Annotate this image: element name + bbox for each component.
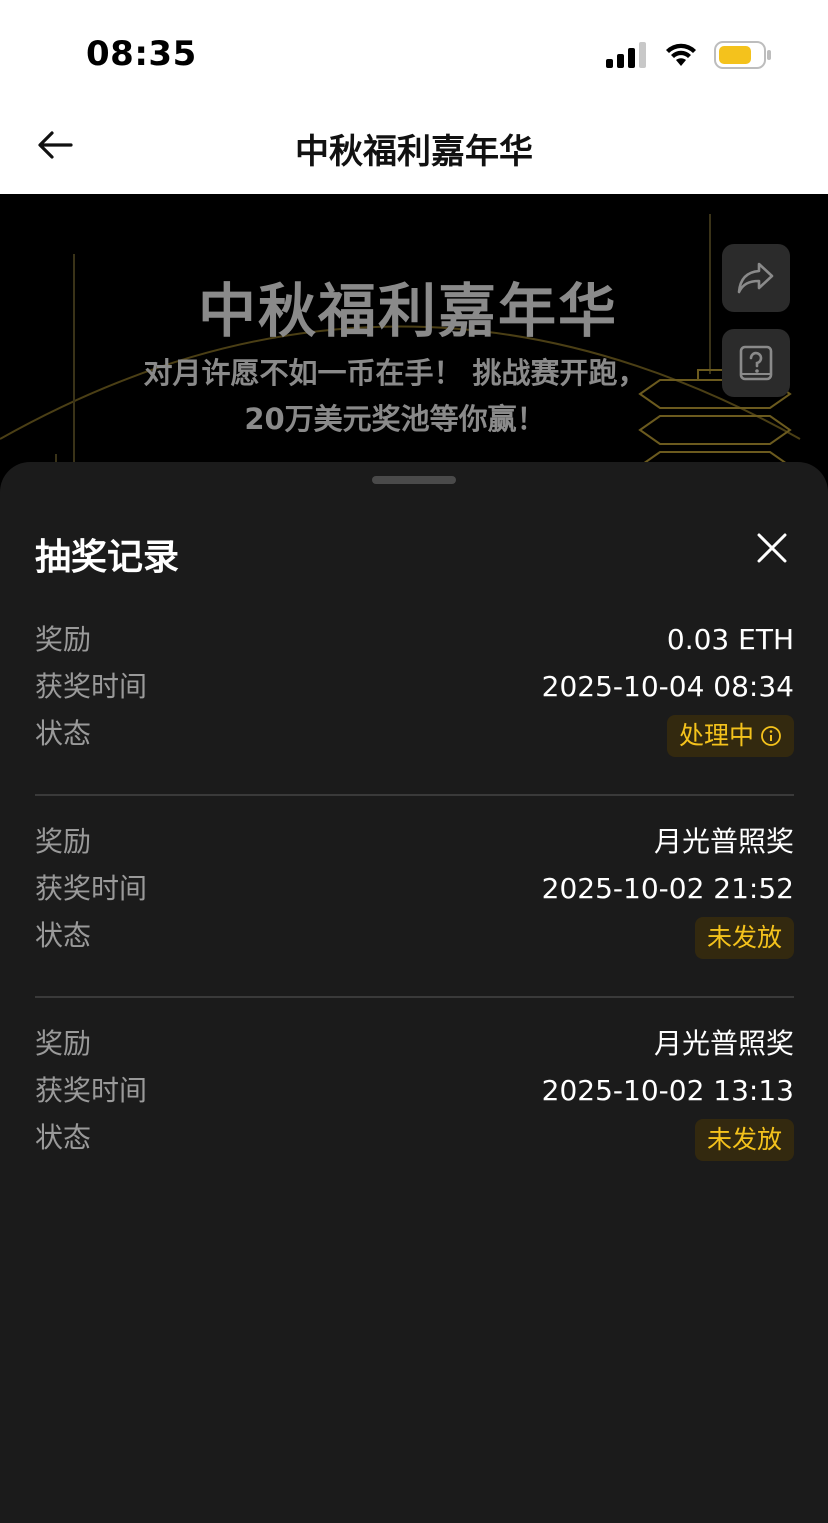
status-badge: 未发放 bbox=[694, 1119, 794, 1161]
record-status-row: 状态 处理中 bbox=[35, 714, 794, 761]
info-icon bbox=[761, 726, 781, 746]
reward-label: 奖励 bbox=[35, 1027, 92, 1060]
record-item: 奖励 月光普照奖 获奖时间 2025-10-02 21:52 状态 未发放 bbox=[35, 822, 794, 963]
banner-title: 中秋福利嘉年华 bbox=[197, 277, 618, 345]
battery-icon bbox=[714, 41, 771, 69]
status-time: 08:35 bbox=[86, 34, 197, 74]
event-banner: 中秋福利嘉年华 对月许愿不如一币在手！ 挑战赛开跑， 20万美元奖池等你赢！ bbox=[0, 194, 828, 494]
help-icon bbox=[739, 345, 773, 381]
page-title: 中秋福利嘉年华 bbox=[295, 132, 533, 172]
reward-label: 奖励 bbox=[35, 825, 92, 858]
status-label: 状态 bbox=[35, 717, 92, 750]
record-reward-row: 奖励 月光普照奖 bbox=[35, 1024, 794, 1071]
record-item: 奖励 0.03 ETH 获奖时间 2025-10-04 08:34 状态 处理中 bbox=[35, 620, 794, 761]
reward-value: 0.03 ETH bbox=[666, 623, 794, 656]
reward-label: 奖励 bbox=[35, 623, 92, 656]
status-bar: 08:35 bbox=[0, 0, 828, 96]
record-time-row: 获奖时间 2025-10-02 21:52 bbox=[35, 869, 794, 916]
status-badge-text: 处理中 bbox=[678, 721, 754, 750]
wifi-icon bbox=[666, 43, 696, 66]
time-value: 2025-10-02 21:52 bbox=[541, 872, 794, 905]
time-value: 2025-10-04 08:34 bbox=[541, 670, 794, 703]
record-time-row: 获奖时间 2025-10-04 08:34 bbox=[35, 667, 794, 714]
status-label: 状态 bbox=[35, 1121, 92, 1154]
draw-records-sheet: 抽奖记录 奖励 0.03 ETH 获奖时间 2025-10-04 08:34 状… bbox=[0, 462, 828, 1523]
status-icons bbox=[606, 40, 772, 70]
banner-subtitle-line1: 对月许愿不如一币在手！ 挑战赛开跑， bbox=[143, 356, 647, 390]
time-value: 2025-10-02 13:13 bbox=[541, 1074, 794, 1107]
record-time-row: 获奖时间 2025-10-02 13:13 bbox=[35, 1071, 794, 1118]
banner-subtitle: 对月许愿不如一币在手！ 挑战赛开跑， 20万美元奖池等你赢！ bbox=[0, 350, 790, 442]
nav-bar: 中秋福利嘉年华 bbox=[0, 96, 828, 194]
status-badge-text: 未发放 bbox=[706, 1125, 782, 1154]
record-status-row: 状态 未发放 bbox=[35, 916, 794, 963]
share-button[interactable] bbox=[722, 244, 790, 312]
sheet-title: 抽奖记录 bbox=[35, 537, 180, 578]
sheet-drag-handle[interactable] bbox=[372, 476, 456, 484]
time-label: 获奖时间 bbox=[35, 670, 148, 703]
reward-value: 月光普照奖 bbox=[653, 1027, 794, 1060]
status-badge: 未发放 bbox=[694, 917, 794, 959]
divider bbox=[35, 996, 794, 998]
record-reward-row: 奖励 月光普照奖 bbox=[35, 822, 794, 869]
screen: 08:35 中秋福利嘉年华 中秋福利嘉年华 对月许愿不如一币在手！ 挑战赛开跑，… bbox=[0, 0, 828, 1523]
divider bbox=[35, 794, 794, 796]
help-button[interactable] bbox=[722, 329, 790, 397]
status-label: 状态 bbox=[35, 919, 92, 952]
banner-subtitle-line2: 20万美元奖池等你赢！ bbox=[244, 402, 546, 436]
share-icon bbox=[737, 262, 774, 294]
reward-value: 月光普照奖 bbox=[653, 825, 794, 858]
status-badge-text: 未发放 bbox=[706, 923, 782, 952]
cellular-signal-icon bbox=[606, 42, 646, 68]
status-badge[interactable]: 处理中 bbox=[666, 715, 794, 757]
time-label: 获奖时间 bbox=[35, 872, 148, 905]
record-status-row: 状态 未发放 bbox=[35, 1118, 794, 1165]
record-reward-row: 奖励 0.03 ETH bbox=[35, 620, 794, 667]
close-icon bbox=[757, 533, 787, 563]
close-button[interactable] bbox=[752, 528, 792, 568]
record-item: 奖励 月光普照奖 获奖时间 2025-10-02 13:13 状态 未发放 bbox=[35, 1024, 794, 1165]
time-label: 获奖时间 bbox=[35, 1074, 148, 1107]
